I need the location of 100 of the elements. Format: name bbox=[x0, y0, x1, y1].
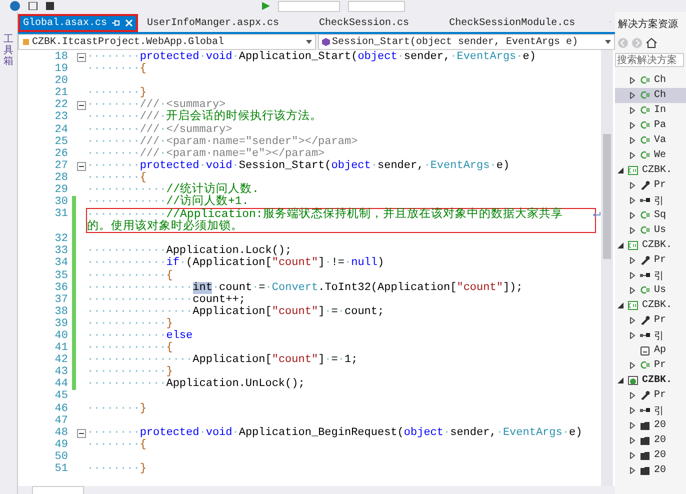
type-dropdown[interactable]: CZBK.ItcastProject.WebApp.Global bbox=[18, 34, 316, 50]
tree-item[interactable]: Pr bbox=[615, 178, 686, 193]
wrench-icon bbox=[640, 390, 650, 400]
collapse-icon[interactable] bbox=[77, 162, 86, 171]
tree-item[interactable]: Ap bbox=[615, 343, 686, 358]
tree-item[interactable]: Sq bbox=[615, 208, 686, 223]
line-number: 33 bbox=[54, 245, 69, 258]
csharp-file-icon bbox=[640, 226, 650, 236]
pin-icon[interactable] bbox=[112, 19, 120, 27]
tree-item[interactable]: 引 bbox=[615, 403, 686, 418]
code-line: ········///·<param·name="sender"></param> bbox=[86, 136, 359, 148]
collapsed-arrow-icon[interactable] bbox=[629, 332, 636, 339]
line-number: 48 bbox=[54, 426, 69, 439]
collapsed-arrow-icon[interactable] bbox=[629, 137, 636, 144]
tree-item[interactable]: Pr bbox=[615, 388, 686, 403]
file-tab[interactable]: CheckSessionModule.cs bbox=[444, 14, 580, 32]
collapsed-arrow-icon[interactable] bbox=[629, 437, 636, 444]
tree-item[interactable]: Pa bbox=[615, 118, 686, 133]
code-line: ········} bbox=[86, 463, 148, 476]
tree-item[interactable]: In bbox=[615, 103, 686, 118]
tree-item[interactable]: CZBK. bbox=[615, 238, 686, 253]
collapsed-arrow-icon[interactable] bbox=[629, 422, 636, 429]
tree-item[interactable]: Pr bbox=[615, 358, 686, 373]
collapsed-arrow-icon[interactable] bbox=[629, 212, 636, 219]
tree-item[interactable]: We bbox=[615, 148, 686, 163]
tree-item[interactable]: CZBK. bbox=[615, 163, 686, 178]
expanded-arrow-icon[interactable] bbox=[617, 377, 624, 384]
collapsed-arrow-icon[interactable] bbox=[629, 407, 636, 414]
csharp-file-icon bbox=[640, 136, 650, 146]
tree-item[interactable]: Ch bbox=[615, 73, 686, 88]
collapsed-arrow-icon[interactable] bbox=[629, 467, 636, 474]
tree-item[interactable]: 引 bbox=[615, 268, 686, 283]
vertical-scrollbar[interactable] bbox=[601, 50, 613, 486]
code-line: ········{ bbox=[86, 63, 148, 76]
collapsed-arrow-icon[interactable] bbox=[629, 182, 636, 189]
collapse-icon[interactable] bbox=[77, 101, 86, 110]
collapse-icon[interactable] bbox=[77, 428, 86, 438]
search-field[interactable]: 搜索解决方案 bbox=[615, 53, 684, 67]
collapsed-arrow-icon[interactable] bbox=[629, 287, 636, 294]
collapsed-arrow-icon[interactable] bbox=[629, 317, 636, 324]
class-icon bbox=[22, 38, 30, 46]
code-line: ················count++; bbox=[86, 294, 246, 306]
item-label: Ap bbox=[654, 345, 666, 356]
collapsed-arrow-icon[interactable] bbox=[629, 122, 636, 129]
tree-item[interactable]: Pr bbox=[615, 313, 686, 328]
file-tab[interactable]: UserInfoManger.aspx.cs bbox=[142, 14, 284, 32]
collapsed-arrow-icon[interactable] bbox=[629, 272, 636, 279]
item-label: 引 bbox=[654, 270, 664, 282]
wrench-icon bbox=[640, 180, 650, 190]
tree-item[interactable]: 20 bbox=[615, 433, 686, 448]
collapsed-arrow-icon[interactable] bbox=[629, 152, 636, 159]
csharp-file-icon bbox=[640, 106, 650, 116]
line-number: 29 bbox=[54, 184, 69, 196]
tree-item[interactable]: Ch bbox=[615, 88, 686, 103]
collapsed-arrow-icon[interactable] bbox=[629, 92, 636, 99]
member-dropdown[interactable]: Session_Start(object sender, EventArgs e) bbox=[318, 34, 615, 50]
line-number: 47 bbox=[54, 414, 69, 427]
code-line: ················Application["count"]·=·count; bbox=[86, 306, 386, 318]
collapsed-arrow-icon[interactable] bbox=[629, 227, 636, 234]
tree-item[interactable]: Va bbox=[615, 133, 686, 148]
tree-item[interactable]: 20 bbox=[615, 418, 686, 433]
csharp-file-icon bbox=[640, 210, 650, 220]
tree-item[interactable]: CZBK. bbox=[615, 373, 686, 388]
collapsed-arrow-icon[interactable] bbox=[629, 197, 636, 204]
tree-item[interactable]: Pr bbox=[615, 253, 686, 268]
item-label: 引 bbox=[654, 330, 664, 342]
toolbox-tab[interactable]: 工具箱 bbox=[4, 34, 14, 67]
line-number: 28 bbox=[54, 172, 69, 184]
tree-item[interactable]: 引 bbox=[615, 328, 686, 343]
line-number: 45 bbox=[54, 390, 69, 403]
collapsed-arrow-icon[interactable] bbox=[629, 452, 636, 459]
line-number: 36 bbox=[54, 282, 69, 294]
line-number: 18 bbox=[54, 51, 69, 64]
tree-item[interactable]: 20 bbox=[615, 463, 686, 478]
item-label: Va bbox=[654, 135, 666, 146]
collapsed-arrow-icon[interactable] bbox=[629, 77, 636, 84]
collapsed-arrow-icon[interactable] bbox=[629, 257, 636, 264]
line-number: 23 bbox=[54, 111, 69, 124]
tree-item[interactable]: Us bbox=[615, 283, 686, 298]
play-icon[interactable] bbox=[262, 2, 270, 10]
tree-item[interactable]: CZBK. bbox=[615, 298, 686, 313]
item-label: 引 bbox=[654, 405, 664, 418]
tree-item[interactable]: Us bbox=[615, 223, 686, 238]
collapse-icon[interactable] bbox=[77, 53, 86, 62]
expanded-arrow-icon[interactable] bbox=[617, 167, 624, 174]
csharp-project-icon bbox=[628, 240, 638, 250]
expanded-arrow-icon[interactable] bbox=[617, 242, 624, 249]
tree-item[interactable]: 20 bbox=[615, 448, 686, 463]
expanded-arrow-icon[interactable] bbox=[617, 302, 624, 309]
collapsed-arrow-icon[interactable] bbox=[629, 107, 636, 114]
collapsed-arrow-icon[interactable] bbox=[629, 362, 636, 369]
home-icon[interactable] bbox=[646, 38, 657, 48]
line-number: 51 bbox=[54, 463, 69, 476]
file-tab[interactable]: CheckSession.cs bbox=[314, 14, 414, 32]
close-icon[interactable] bbox=[125, 19, 134, 27]
tree-item[interactable]: 引 bbox=[615, 193, 686, 208]
item-label: 20 bbox=[654, 465, 666, 476]
line-number: 19 bbox=[54, 63, 69, 76]
collapsed-arrow-icon[interactable] bbox=[629, 392, 636, 399]
file-tab[interactable]: Global.asax.cs bbox=[18, 14, 138, 32]
